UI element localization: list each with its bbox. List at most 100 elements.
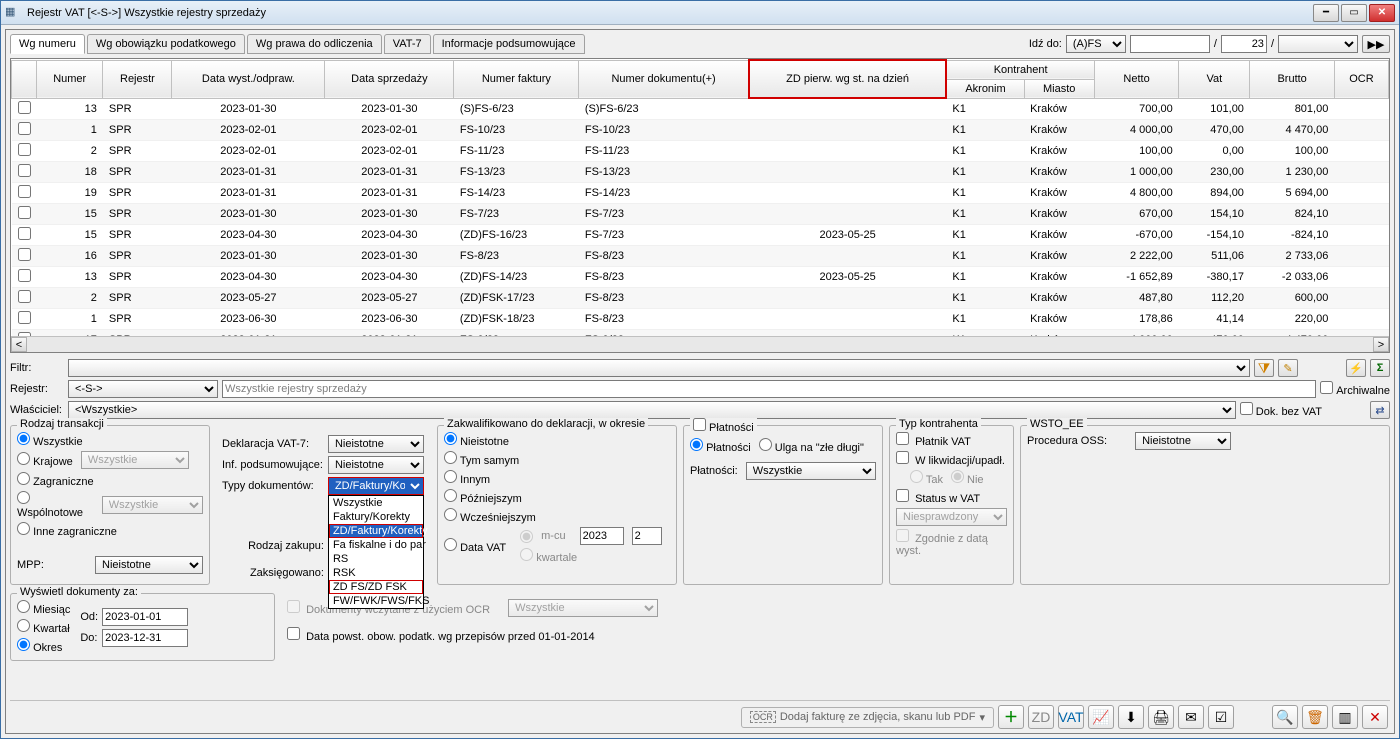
table-row[interactable]: 1SPR2023-06-30 2023-06-30(ZD)FSK-18/23FS…	[12, 308, 1389, 329]
maximize-button[interactable]: ▭	[1341, 4, 1367, 22]
table-row[interactable]: 17SPR2023-01-31 2023-01-31FS-9/23FS-9/23…	[12, 329, 1389, 336]
ocr-add-button[interactable]: OCR Dodaj fakturę ze zdjęcia, skanu lub …	[741, 707, 994, 728]
col-numer[interactable]: Numer	[37, 60, 103, 98]
typy-option[interactable]: Wszystkie	[329, 496, 423, 510]
row-check[interactable]	[18, 185, 31, 198]
od-input[interactable]	[102, 608, 188, 626]
table-row[interactable]: 19SPR2023-01-31 2023-01-31FS-14/23FS-14/…	[12, 182, 1389, 203]
row-check[interactable]	[18, 164, 31, 177]
inf-select[interactable]: Nieistotne	[328, 456, 424, 474]
archiwalne-check[interactable]: Archiwalne	[1320, 381, 1390, 397]
row-check[interactable]	[18, 269, 31, 282]
grid-scroll[interactable]: Numer Rejestr Data wyst./odpraw. Data sp…	[11, 59, 1389, 336]
chart-icon[interactable]: 📈	[1088, 705, 1114, 729]
dok-bez-vat-check[interactable]: Dok. bez VAT	[1240, 402, 1322, 418]
goto-type-select[interactable]: (A)FS	[1066, 35, 1126, 53]
rejestr-desc[interactable]	[222, 380, 1316, 398]
do-input[interactable]	[102, 629, 188, 647]
tab-wg-numeru[interactable]: Wg numeru	[10, 34, 85, 54]
tab-wg-obowiazku[interactable]: Wg obowiązku podatkowego	[87, 34, 245, 54]
radio-miesiac[interactable]: Miesiąc	[17, 600, 70, 616]
col-kontrahent[interactable]: Kontrahent	[946, 60, 1094, 79]
mpp-select[interactable]: Nieistotne	[95, 556, 203, 574]
chk-likw[interactable]: W likwidacji/upadł.	[896, 451, 1007, 467]
sigma-icon[interactable]: Σ	[1370, 359, 1390, 377]
horizontal-scrollbar[interactable]: < >	[11, 336, 1389, 352]
chk-status[interactable]: Status w VAT	[896, 489, 1007, 505]
vat-icon[interactable]: VAT	[1058, 705, 1084, 729]
radio-zk-innym[interactable]: Innym	[444, 470, 670, 486]
tab-informacje[interactable]: Informacje podsumowujące	[433, 34, 585, 54]
table-row[interactable]: 2SPR2023-05-27 2023-05-27(ZD)FSK-17/23FS…	[12, 287, 1389, 308]
columns-icon[interactable]: ▥	[1332, 705, 1358, 729]
lightning-icon[interactable]: ⚡	[1346, 359, 1366, 377]
typy-option[interactable]: FW/FWK/FWS/FKS	[329, 594, 423, 608]
funnel-icon[interactable]: ⧩	[1254, 359, 1274, 377]
row-check[interactable]	[18, 143, 31, 156]
goto-field2[interactable]	[1278, 35, 1358, 53]
radio-okres[interactable]: Okres	[17, 638, 70, 654]
export-icon[interactable]: ⬇	[1118, 705, 1144, 729]
kw-input[interactable]	[632, 527, 662, 545]
chk-data-powst[interactable]: Data powst. obow. podatk. wg przepisów p…	[287, 631, 595, 643]
zd-icon[interactable]: ZD	[1028, 705, 1054, 729]
col-data-wyst[interactable]: Data wyst./odpraw.	[172, 60, 325, 98]
scroll-left-icon[interactable]: <	[11, 337, 27, 352]
col-netto[interactable]: Netto	[1094, 60, 1178, 98]
col-data-sprz[interactable]: Data sprzedaży	[325, 60, 454, 98]
magnify-icon[interactable]: 🔍	[1272, 705, 1298, 729]
row-check[interactable]	[18, 122, 31, 135]
filtr-select[interactable]	[68, 359, 1250, 377]
radio-ulga[interactable]: Ulga na "złe długi"	[759, 438, 864, 454]
scroll-right-icon[interactable]: >	[1373, 337, 1389, 352]
proc-select[interactable]: Nieistotne	[1135, 432, 1231, 450]
typy-select[interactable]: ZD/Faktury/Kor	[328, 477, 424, 495]
table-row[interactable]: 18SPR2023-01-31 2023-01-31FS-13/23FS-13/…	[12, 161, 1389, 182]
row-check[interactable]	[18, 248, 31, 261]
typy-option[interactable]: RS	[329, 552, 423, 566]
dekl-select[interactable]: Nieistotne	[328, 435, 424, 453]
col-check[interactable]	[12, 60, 37, 98]
table-row[interactable]: 15SPR2023-01-30 2023-01-30FS-7/23FS-7/23…	[12, 203, 1389, 224]
radio-wszystkie[interactable]: Wszystkie	[17, 432, 203, 448]
tab-wg-prawa[interactable]: Wg prawa do odliczenia	[247, 34, 382, 54]
rejestr-select[interactable]: <-S->	[68, 380, 218, 398]
platnosci-enable-check[interactable]	[693, 418, 706, 431]
typy-option[interactable]: RSK	[329, 566, 423, 580]
col-rejestr[interactable]: Rejestr	[103, 60, 172, 98]
network-icon[interactable]: ⇄	[1370, 401, 1390, 419]
typy-option[interactable]: ZD FS/ZD FSK	[329, 580, 423, 594]
col-ocr[interactable]: OCR	[1334, 60, 1388, 98]
radio-zk-tym[interactable]: Tym samym	[444, 451, 670, 467]
trash-icon[interactable]: 🗑	[1302, 705, 1328, 729]
col-numer-dok[interactable]: Numer dokumentu(+)	[579, 60, 749, 98]
goto-num[interactable]	[1221, 35, 1267, 53]
row-check[interactable]	[18, 227, 31, 240]
mail-icon[interactable]: ✉	[1178, 705, 1204, 729]
checkbox-icon[interactable]: ☑	[1208, 705, 1234, 729]
radio-zk-data[interactable]: Data VAT	[444, 538, 506, 554]
table-row[interactable]: 15SPR2023-04-30 2023-04-30(ZD)FS-16/23FS…	[12, 224, 1389, 245]
radio-kwartal[interactable]: Kwartał	[17, 619, 70, 635]
row-check[interactable]	[18, 206, 31, 219]
radio-inne[interactable]: Inne zagraniczne	[17, 522, 203, 538]
row-check[interactable]	[18, 290, 31, 303]
radio-zk-wcze[interactable]: Wcześniejszym	[444, 508, 670, 524]
col-akronim[interactable]: Akronim	[946, 79, 1024, 98]
table-row[interactable]: 2SPR2023-02-01 2023-02-01FS-11/23FS-11/2…	[12, 140, 1389, 161]
radio-wspolnotowe[interactable]: Wspólnotowe	[17, 491, 94, 519]
radio-zagraniczne[interactable]: Zagraniczne	[17, 472, 203, 488]
add-icon[interactable]: ＋	[998, 705, 1024, 729]
typy-option[interactable]: Faktury/Korekty	[329, 510, 423, 524]
col-zd-pierw[interactable]: ZD pierw. wg st. na dzień	[749, 60, 947, 98]
goto-field1[interactable]	[1130, 35, 1210, 53]
tab-vat7[interactable]: VAT-7	[384, 34, 431, 54]
goto-button[interactable]: ▶▶	[1362, 35, 1390, 53]
print-icon[interactable]: 🖨	[1148, 705, 1174, 729]
typy-option[interactable]: Fa fiskalne i do par	[329, 538, 423, 552]
typy-option[interactable]: ZD/Faktury/Korekty	[329, 524, 423, 538]
minimize-button[interactable]: ━	[1313, 4, 1339, 22]
plat-select[interactable]: Wszystkie	[746, 462, 876, 480]
radio-zk-nieistotne[interactable]: Nieistotne	[444, 432, 670, 448]
col-miasto[interactable]: Miasto	[1024, 79, 1094, 98]
